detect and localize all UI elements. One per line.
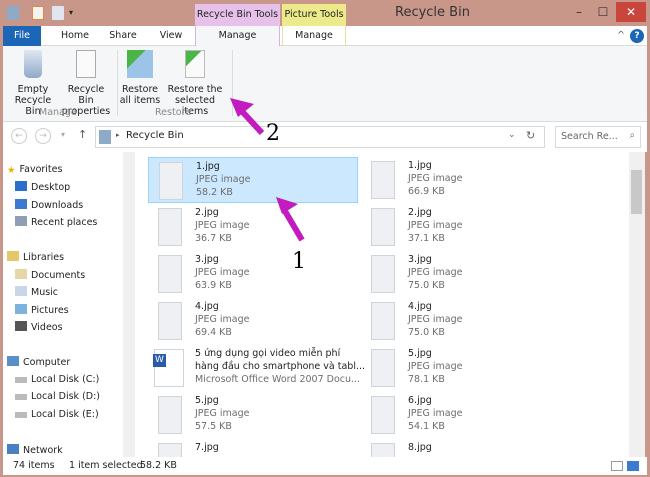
annotation-overlay: 1 2	[230, 98, 306, 274]
annotation-label-1: 1	[292, 249, 306, 274]
annotation-arrow-2	[230, 98, 265, 136]
annotation-arrow-1	[276, 197, 305, 242]
annotation-label-2: 2	[266, 121, 280, 146]
